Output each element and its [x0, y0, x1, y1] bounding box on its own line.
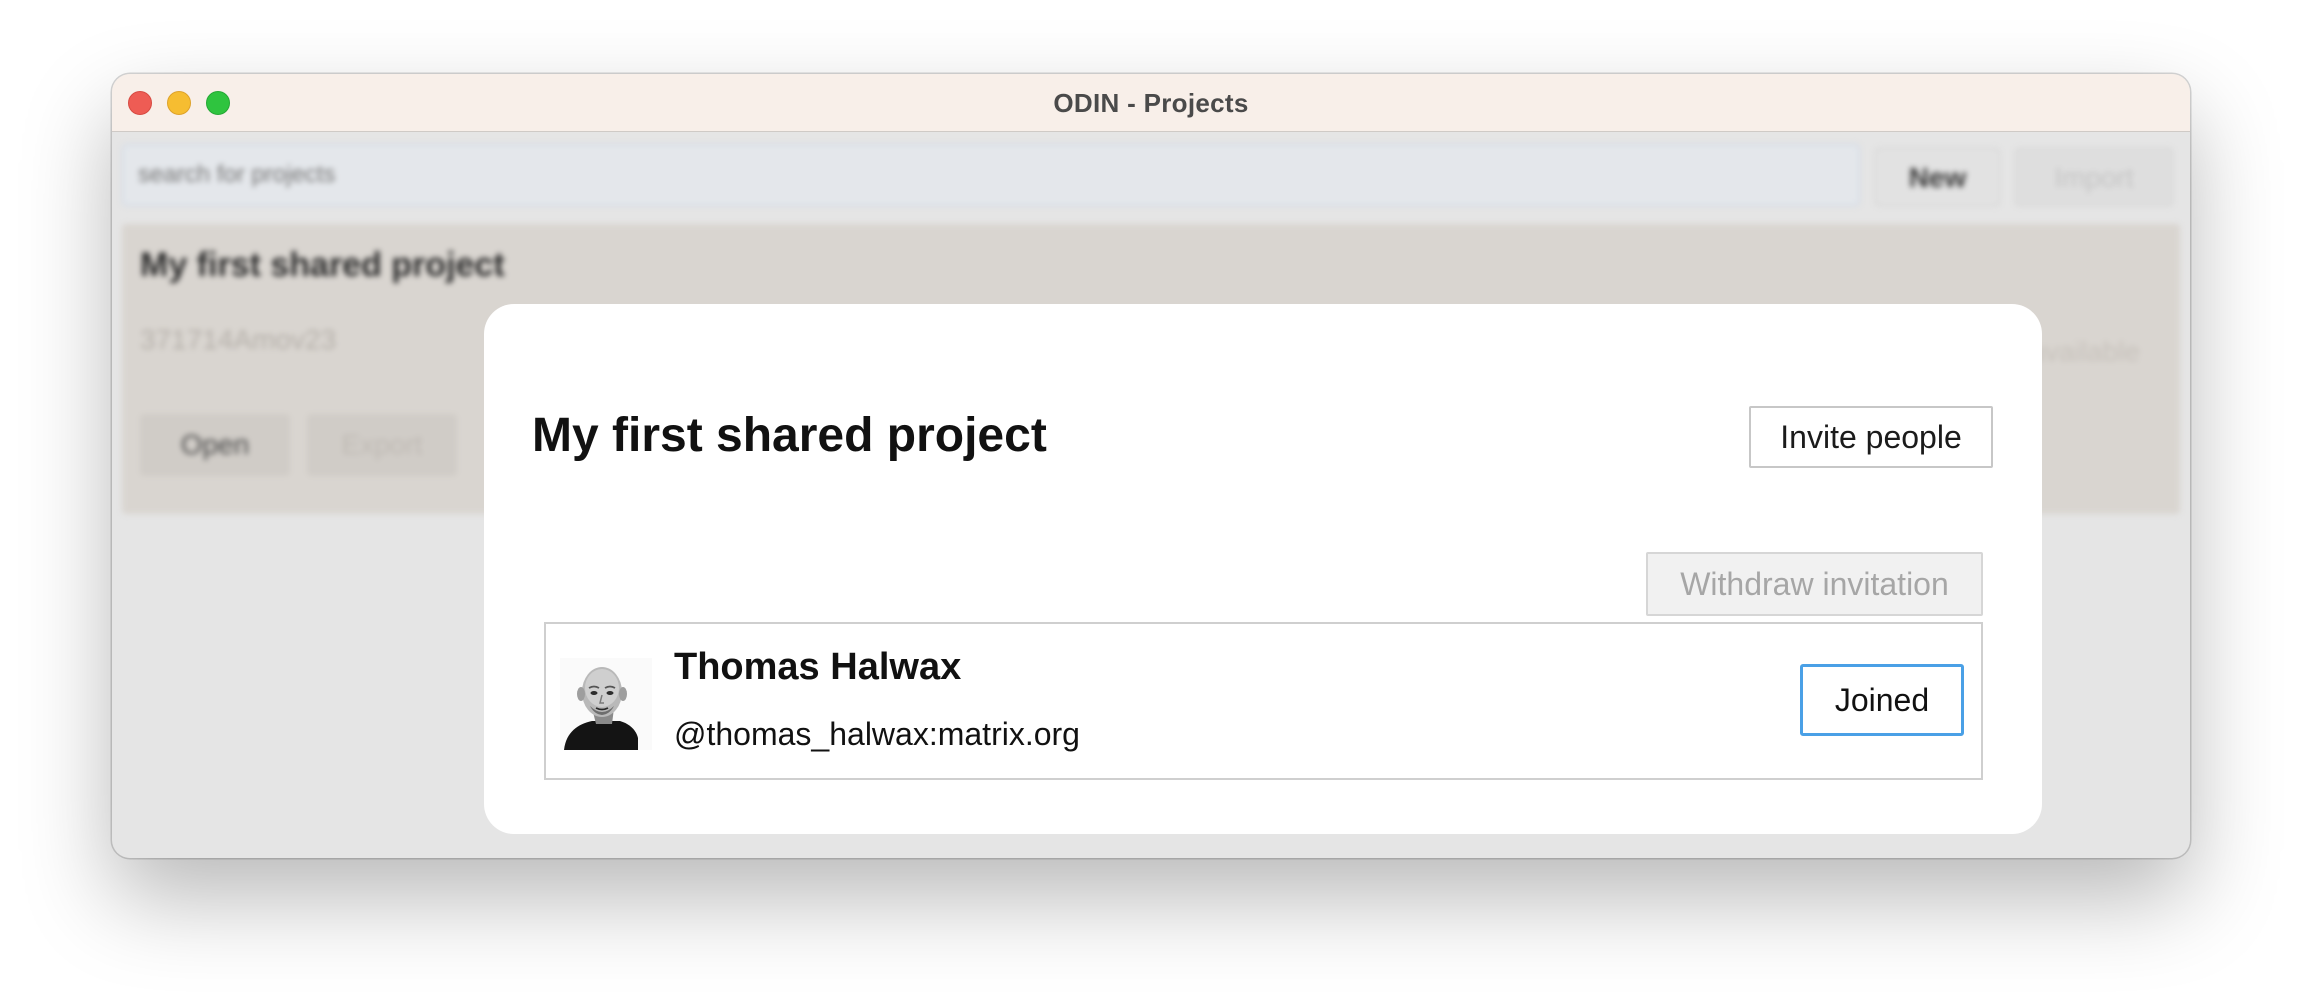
new-project-button[interactable]: New: [1875, 148, 2000, 206]
joined-status-button[interactable]: Joined: [1800, 664, 1964, 736]
export-project-button[interactable]: Export: [307, 414, 457, 476]
project-card-title: My first shared project: [140, 246, 505, 284]
person-avatar-icon: [560, 658, 652, 750]
member-handle: @thomas_halwax:matrix.org: [674, 716, 1080, 752]
title-bar: ODIN - Projects: [112, 74, 2190, 132]
member-list-item[interactable]: Thomas Halwax @thomas_halwax:matrix.org …: [544, 622, 1983, 780]
project-card-id: 371714Amov23: [140, 324, 337, 355]
share-project-dialog: My first shared project Invite people Wi…: [484, 304, 2042, 834]
window-title: ODIN - Projects: [1053, 88, 1249, 118]
app-window: ODIN - Projects search for projects New …: [112, 74, 2190, 858]
import-project-button[interactable]: Import: [2015, 148, 2173, 206]
open-project-button[interactable]: Open: [140, 414, 290, 476]
member-name: Thomas Halwax: [674, 646, 962, 688]
invite-people-button[interactable]: Invite people: [1749, 406, 1993, 468]
search-input[interactable]: search for projects: [122, 144, 1860, 206]
dialog-title: My first shared project: [532, 409, 1047, 462]
withdraw-invitation-button[interactable]: Withdraw invitation: [1646, 552, 1983, 616]
